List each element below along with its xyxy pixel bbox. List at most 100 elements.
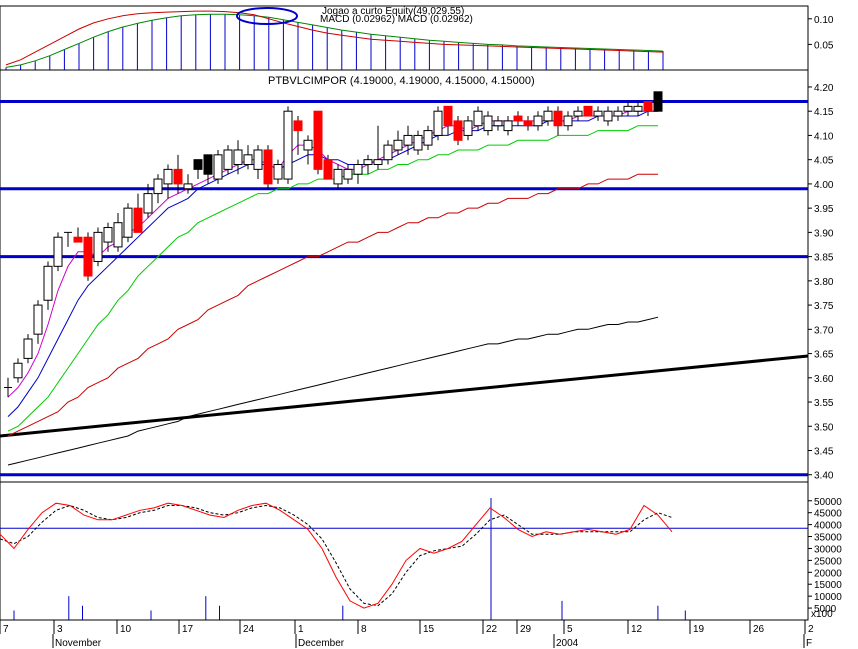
- candle-body: [263, 149, 273, 185]
- candle-body: [633, 105, 643, 112]
- candle-body: [23, 338, 33, 359]
- x-axis-tick-label: 5: [567, 624, 573, 635]
- candle-body: [363, 159, 373, 166]
- candle: [583, 105, 593, 117]
- x-axis-tick-label: 17: [182, 624, 194, 635]
- oscillator-panel: 5000045000400003500030000250002000015000…: [0, 481, 842, 621]
- x-axis-month-label: 2004: [556, 638, 579, 649]
- macd-y-axis: 0.10 0.05: [808, 15, 834, 51]
- x-axis: 7 3 10 17 24 1 8 15 22 29 5 12 19 26 2 November Decembe…: [0, 619, 814, 649]
- oscillator-unit: x100: [811, 609, 833, 620]
- candle-body: [13, 362, 23, 379]
- candle-body: [463, 120, 473, 136]
- stock-chart: Jogao a curto Equity(49,029.55) MACD (0.…: [0, 5, 842, 649]
- candle-body: [293, 120, 303, 132]
- candle-body: [583, 105, 593, 117]
- candle-body: [573, 110, 583, 117]
- x-axis-tick-label: 3: [57, 624, 63, 635]
- candle-body: [53, 236, 63, 267]
- price-y-tick-label: 3.50: [814, 422, 834, 433]
- candle: [53, 232, 63, 272]
- oscillator-y-tick-label: 10000: [814, 592, 842, 603]
- candle-body: [473, 110, 483, 127]
- oscillator-y-tick-label: 40000: [814, 521, 842, 532]
- candle-body: [173, 168, 183, 185]
- x-axis-tick-label: 29: [520, 624, 532, 635]
- candle-body: [393, 139, 403, 151]
- x-axis-tick-label: 26: [753, 624, 765, 635]
- candle-body: [183, 183, 193, 190]
- candle: [313, 110, 323, 175]
- candle-body: [73, 236, 83, 243]
- candle-body: [103, 227, 113, 243]
- oscillator-y-tick-label: 20000: [814, 568, 842, 579]
- candle: [283, 106, 293, 184]
- macd-y-tick-label: 0.10: [814, 15, 834, 26]
- price-panel-frame: [0, 69, 809, 483]
- x-axis-month-label: December: [298, 638, 345, 649]
- candle-body: [593, 110, 603, 117]
- candle-body: [273, 164, 283, 180]
- candle: [433, 106, 443, 141]
- price-y-tick-label: 4.05: [814, 156, 834, 167]
- candle-body: [383, 144, 393, 161]
- price-y-tick-label: 3.45: [814, 446, 834, 457]
- candle-body: [543, 110, 553, 122]
- candle-body: [123, 207, 133, 238]
- x-axis-tick-label: 10: [120, 624, 132, 635]
- candle-body: [253, 149, 263, 170]
- candle-body: [83, 236, 93, 277]
- price-y-axis: 4.20 4.15 4.10 4.05 4.00 3.95 3.90 3.85 3.80 3.75…: [808, 83, 834, 482]
- candle-body: [443, 105, 453, 127]
- oscillator-y-tick-label: 15000: [814, 580, 842, 591]
- price-y-tick-label: 3.90: [814, 228, 834, 239]
- candle-body: [413, 134, 423, 151]
- candle: [213, 149, 223, 184]
- price-y-tick-label: 3.80: [814, 277, 834, 288]
- x-axis-months: November December 2004 F: [52, 634, 812, 649]
- price-y-tick-label: 3.55: [814, 398, 834, 409]
- oscillator-y-tick-label: 45000: [814, 509, 842, 520]
- candle: [123, 203, 133, 243]
- candle-body: [113, 222, 123, 248]
- candle-body: [433, 110, 443, 136]
- x-axis-tick-label: 1: [298, 624, 304, 635]
- candle-body: [453, 120, 463, 141]
- candle-body: [343, 168, 353, 180]
- candle-body: [213, 154, 223, 180]
- candle-body: [553, 110, 563, 127]
- candle: [453, 116, 463, 146]
- price-y-tick-label: 3.60: [814, 374, 834, 385]
- price-y-tick-label: 3.70: [814, 325, 834, 336]
- candle-body: [243, 154, 253, 166]
- candle-body: [163, 168, 173, 185]
- candle-body: [613, 110, 623, 117]
- candle-body: [423, 130, 433, 146]
- x-axis-month-label: November: [55, 638, 102, 649]
- price-y-tick-label: 3.85: [814, 253, 834, 264]
- price-y-tick-label: 3.65: [814, 350, 834, 361]
- x-axis-ticks: 7 3 10 17 24 1 8 15 22 29 5 12 19 26 2: [0, 620, 814, 635]
- x-axis-tick-label: 8: [361, 624, 367, 635]
- candle-body: [303, 139, 313, 151]
- oscillator-y-tick-label: 50000: [814, 497, 842, 508]
- x-axis-month-label: F: [806, 638, 812, 649]
- x-axis-tick-label: 2: [808, 624, 814, 635]
- price-title: PTBVLCIMPOR (4.19000, 4.19000, 4.15000, …: [268, 75, 535, 87]
- candle-body: [93, 231, 103, 262]
- candle-body: [533, 115, 543, 127]
- candle-body: [503, 120, 513, 132]
- x-axis-tick-label: 7: [3, 624, 9, 635]
- oscillator-y-tick-label: 25000: [814, 556, 842, 567]
- candle-body: [223, 149, 233, 170]
- candle-body: [373, 159, 383, 166]
- candle-body: [603, 110, 613, 122]
- oscillator-y-tick-label: 35000: [814, 533, 842, 544]
- candle-body: [493, 120, 503, 127]
- candle-body: [333, 168, 343, 185]
- candle-body: [403, 134, 413, 146]
- candle: [93, 227, 103, 267]
- candle-body: [193, 159, 203, 170]
- candle-body: [483, 115, 493, 132]
- macd-title: MACD (0.02962) MACD (0.02962): [320, 14, 473, 25]
